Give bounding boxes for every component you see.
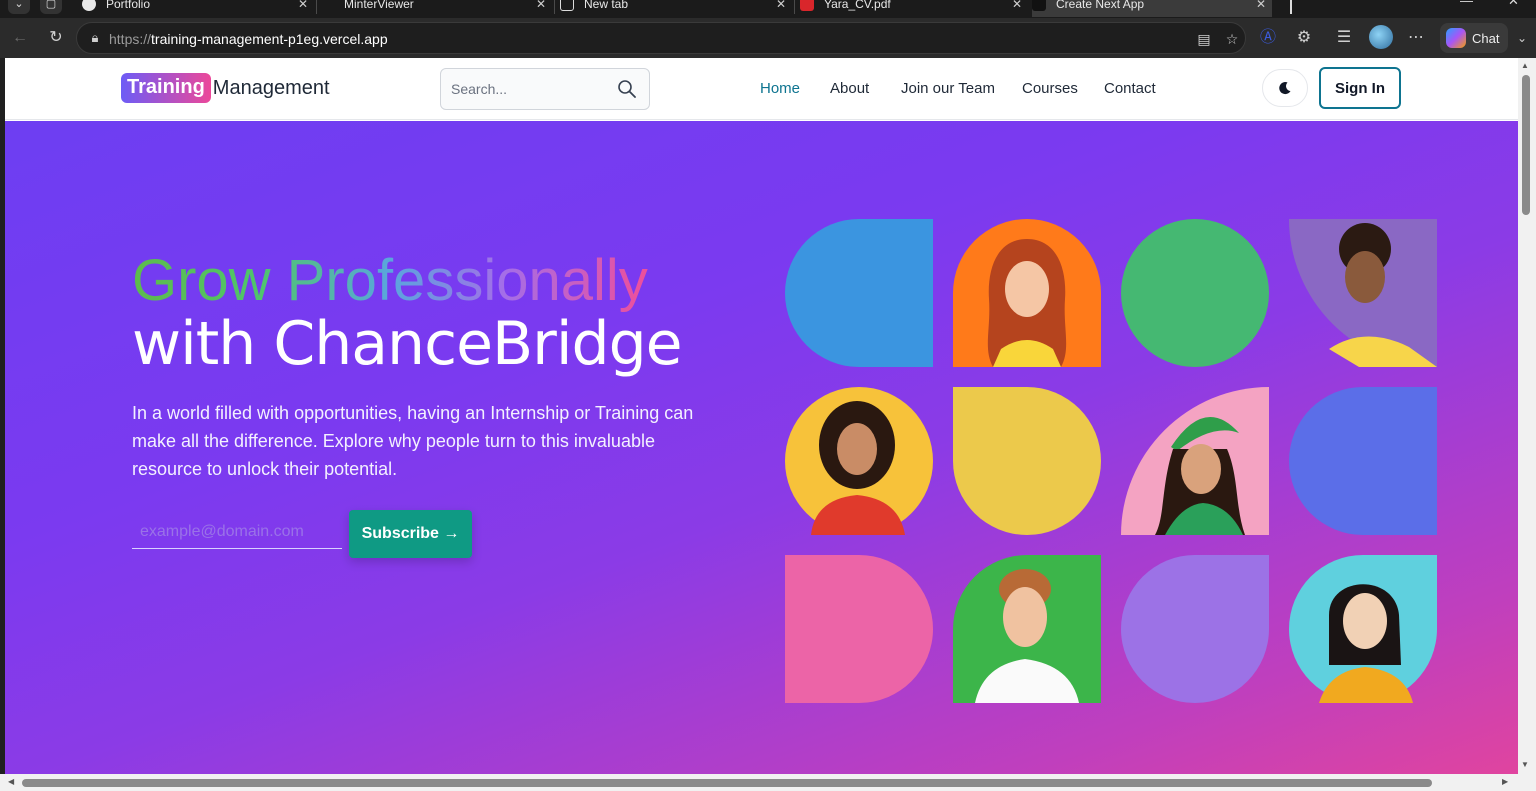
portfolio-favicon-icon	[82, 0, 96, 11]
tab-title: Portfolio	[106, 0, 151, 11]
page-viewport: Training Management Home About Join our …	[5, 58, 1518, 774]
tab-new-tab[interactable]: New tab ✕	[560, 0, 792, 17]
close-icon[interactable]: ✕	[1012, 0, 1022, 11]
nav-about[interactable]: About	[830, 80, 869, 97]
hero-description: In a world filled with opportunities, ha…	[132, 403, 694, 479]
extensions-icon[interactable]: ⚙	[1292, 26, 1316, 50]
refresh-icon[interactable]: ↻	[44, 26, 68, 50]
tab-portfolio[interactable]: Portfolio ✕	[82, 0, 314, 17]
search-icon[interactable]	[617, 79, 637, 99]
tile-shape	[953, 387, 1101, 535]
blue-drop-shape	[785, 219, 933, 367]
tile-shape	[1121, 555, 1269, 703]
vertical-scrollbar[interactable]: ▲ ▼	[1518, 58, 1536, 774]
browser-tab-bar: ⌄ ▢ Portfolio ✕ MinterViewer ✕ New tab ✕…	[0, 0, 1536, 18]
logo-highlight: Training	[121, 73, 211, 103]
scroll-up-icon[interactable]: ▲	[1521, 61, 1529, 70]
search-box	[440, 68, 650, 110]
copilot-icon	[1446, 28, 1466, 48]
nav-contact[interactable]: Contact	[1104, 80, 1156, 97]
reader-mode-icon[interactable]: ▤	[1193, 28, 1215, 50]
tile-shape	[785, 219, 933, 367]
site-logo[interactable]: Training Management	[121, 71, 330, 105]
nav-home[interactable]: Home	[760, 80, 800, 97]
moon-icon	[1279, 82, 1291, 95]
nav-join-our-team[interactable]: Join our Team	[901, 80, 995, 97]
tab-yara-cv-pdf[interactable]: Yara_CV.pdf ✕	[800, 0, 1028, 17]
sign-in-button[interactable]: Sign In	[1319, 67, 1401, 109]
photo-man-red-hair	[953, 555, 1101, 703]
yellow-drop-shape	[953, 387, 1101, 535]
horizontal-scrollbar[interactable]: ◀ ▶	[0, 774, 1536, 791]
workspaces-icon[interactable]: ▢	[40, 0, 62, 14]
next-favicon-icon	[1032, 0, 1046, 11]
tile-shape	[785, 555, 933, 703]
tab-create-next-app[interactable]: Create Next App ✕	[1032, 0, 1272, 17]
chevron-down-icon[interactable]: ⌄	[1510, 26, 1534, 50]
tab-title: MinterViewer	[344, 0, 414, 11]
theme-toggle-button[interactable]	[1262, 69, 1308, 107]
site-header: Training Management Home About Join our …	[5, 58, 1518, 120]
pink-drop-shape	[785, 555, 933, 703]
tab-title: New tab	[584, 0, 629, 11]
photo-woman-black-hair	[1289, 555, 1437, 703]
lock-icon[interactable]: 🔒︎	[85, 28, 105, 48]
photo-woman-red-hair	[953, 219, 1101, 367]
logo-rest: Management	[212, 76, 330, 99]
scroll-left-icon[interactable]: ◀	[8, 777, 14, 786]
url-text[interactable]: https://training-management-p1eg.vercel.…	[109, 31, 388, 47]
window-close-icon[interactable]: ✕	[1508, 0, 1519, 9]
indigo-drop-shape	[1289, 387, 1437, 535]
subscribe-label: Subscribe →	[361, 525, 460, 542]
hero-title-line2: with ChanceBridge	[132, 309, 683, 379]
url-scheme: https://	[109, 31, 152, 47]
email-field[interactable]	[132, 515, 342, 549]
photo-man-curly-hair	[1289, 219, 1437, 367]
hero-title-line1: Grow Professionally	[132, 248, 648, 313]
nav-courses[interactable]: Courses	[1022, 80, 1078, 97]
account-a-icon[interactable]: Ⓐ	[1256, 26, 1280, 50]
subscribe-button[interactable]: Subscribe →	[349, 510, 472, 558]
close-icon[interactable]: ✕	[776, 0, 786, 11]
horizontal-scroll-thumb[interactable]	[22, 779, 1432, 787]
scroll-right-icon[interactable]: ▶	[1502, 777, 1508, 786]
favorite-star-icon[interactable]: ☆	[1221, 28, 1243, 50]
photo-woman-green-hat	[1121, 387, 1269, 535]
url-host: training-management-p1eg.vercel.app	[151, 31, 388, 47]
favorites-list-icon[interactable]: ☰	[1332, 26, 1356, 50]
minimize-icon[interactable]: —	[1460, 0, 1473, 8]
tab-title: Create Next App	[1056, 0, 1145, 11]
back-arrow-icon[interactable]: ←	[8, 26, 32, 50]
hero-section: Grow Professionally with ChanceBridge In…	[5, 121, 1518, 774]
tile-shape	[1289, 387, 1437, 535]
vertical-scroll-thumb[interactable]	[1522, 75, 1530, 215]
close-icon[interactable]: ✕	[1256, 0, 1266, 11]
more-menu-icon[interactable]: ⋯	[1404, 26, 1428, 50]
copilot-chat-button[interactable]: Chat	[1440, 23, 1508, 53]
tab-title: Yara_CV.pdf	[824, 0, 891, 11]
address-bar[interactable]: 🔒︎ https://training-management-p1eg.verc…	[76, 22, 1246, 54]
profile-avatar-icon[interactable]	[1369, 25, 1393, 49]
chat-label: Chat	[1472, 30, 1500, 46]
close-icon[interactable]: ✕	[536, 0, 546, 11]
minterviewer-favicon-icon	[320, 0, 334, 11]
green-circle-shape	[1121, 219, 1269, 367]
browser-toolbar: ← ↻ 🔒︎ https://training-management-p1eg.…	[0, 18, 1536, 58]
close-icon[interactable]: ✕	[298, 0, 308, 11]
tab-actions-chevron-icon[interactable]: ⌄	[8, 0, 30, 14]
search-input[interactable]	[441, 69, 611, 109]
tab-minterviewer[interactable]: MinterViewer ✕	[320, 0, 552, 17]
pdf-favicon-icon	[800, 0, 814, 11]
new-tab-favicon-icon	[560, 0, 574, 11]
photo-woman-curly-hair	[785, 387, 933, 535]
purple-drop-shape	[1121, 555, 1269, 703]
scroll-down-icon[interactable]: ▼	[1521, 760, 1529, 769]
